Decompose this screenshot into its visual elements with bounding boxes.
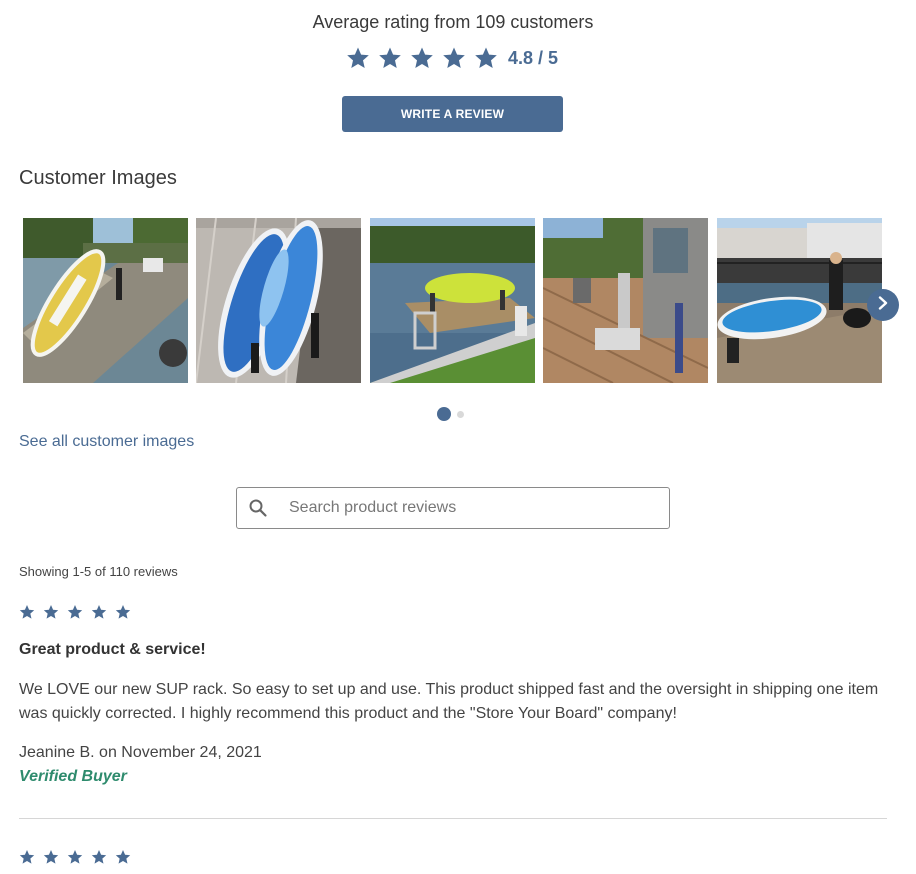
review-title: Great product & service! [19,641,206,658]
star-icon [346,46,370,70]
review-item: Great product & service! We LOVE our new… [19,604,887,794]
star-icon [410,46,434,70]
review-item [19,849,887,869]
average-rating-label: Average rating from 109 customers [312,12,594,32]
search-reviews-input[interactable] [287,498,651,518]
star-icon [442,46,466,70]
customer-image[interactable] [717,218,882,383]
review-author-date: Jeanine B. on November 24, 2021 [19,744,262,761]
search-icon [248,498,268,518]
rating-summary: 4.8 / 5 [346,44,558,72]
carousel-next-button[interactable] [867,289,899,321]
customer-images-title: Customer Images [19,167,177,189]
review-stars [19,849,887,865]
carousel-pagination [437,407,470,421]
rating-value: 4.8 / 5 [508,47,559,68]
verified-buyer-badge: Verified Buyer [19,768,127,785]
star-icon [67,849,83,865]
star-icon [91,849,107,865]
chevron-right-icon [876,295,890,315]
review-stars [19,604,887,620]
star-icon [378,46,402,70]
search-reviews-box [236,487,670,529]
review-divider [19,818,887,819]
write-review-button[interactable]: WRITE A REVIEW [342,96,563,132]
carousel-dot-active[interactable] [437,407,451,421]
customer-images-carousel [23,218,883,383]
review-body: We LOVE our new SUP rack. So easy to set… [19,681,879,722]
customer-image[interactable] [370,218,535,383]
star-icon [474,46,498,70]
customer-image[interactable] [23,218,188,383]
star-icon [115,849,131,865]
review-count-text: Showing 1-5 of 110 reviews [19,564,178,579]
star-icon [43,849,59,865]
customer-image[interactable] [543,218,708,383]
star-icon [19,849,35,865]
customer-image[interactable] [196,218,361,383]
star-icon [91,604,107,620]
star-icon [19,604,35,620]
star-icon [43,604,59,620]
star-icon [115,604,131,620]
star-icon [67,604,83,620]
see-all-images-link[interactable]: See all customer images [19,433,194,451]
carousel-dot[interactable] [457,410,464,418]
